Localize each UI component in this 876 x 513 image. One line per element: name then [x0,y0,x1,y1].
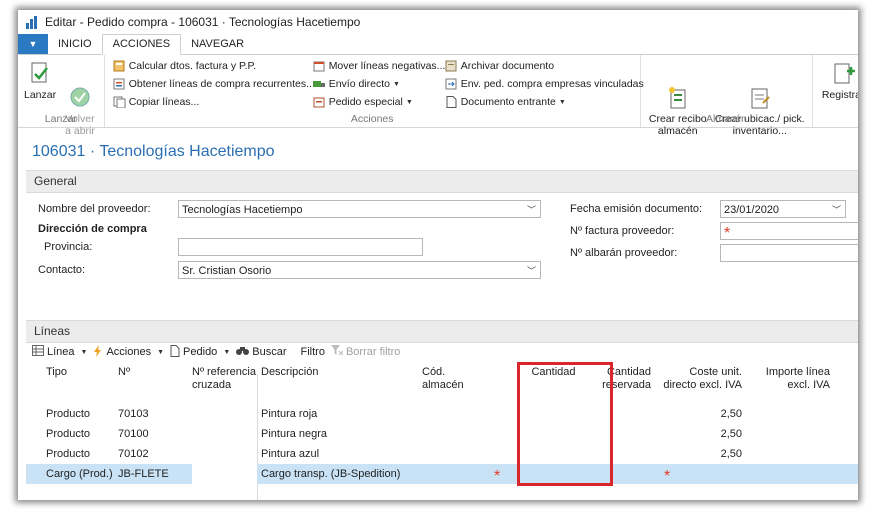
nombre-proveedor-label: Nombre del proveedor: [38,203,151,215]
envio-directo-button[interactable]: Envío directo ▼ [312,76,400,92]
col-tipo[interactable]: Tipo [46,366,67,379]
chevron-down-icon: ▼ [558,98,566,106]
warehouse-receipt-icon [664,73,692,109]
app-menu-button[interactable]: ▼ [18,34,48,54]
contacto-label: Contacto: [38,264,86,276]
group-lanzar: Lanzar Volver a abrir Lanzar [18,55,105,137]
registrar-button[interactable]: Registrar [819,61,858,101]
chevron-down-icon[interactable]: ﹀ [832,201,841,217]
fecha-emision-field[interactable]: 23/01/2020 ﹀ [720,200,846,218]
group-registrar: Registrar [813,55,858,127]
pedido-especial-button[interactable]: Pedido especial ▼ [313,94,413,110]
group-acciones: Calcular dtos. factura y P.P. Obtener lí… [105,55,644,127]
crear-ubicac-button[interactable]: Crear ubicac./ pick. inventario... [711,61,809,137]
special-order-icon [313,96,326,108]
required-indicator: * [724,225,731,240]
documento-entrante-button[interactable]: Documento entrante ▼ [445,94,566,110]
document-icon [445,96,458,108]
col-ref-cruzada[interactable]: Nº referencia cruzada [192,366,256,392]
table-icon [32,345,44,359]
fecha-emision-label: Fecha emisión documento: [570,203,703,215]
calculator-icon [113,60,126,72]
group-label-almacen: Almacén [706,113,747,125]
table-row[interactable]: Producto 70103 Pintura roja 2,50 [26,404,858,424]
window: Editar - Pedido compra - 106031 · Tecnol… [18,10,858,500]
ref-cruzada-cell[interactable] [192,464,257,484]
post-icon [829,61,857,87]
required-indicator: * [494,468,501,485]
general-section-header[interactable]: General [26,170,858,193]
chevron-down-icon: ▼ [80,348,88,356]
required-indicator: * [664,468,671,485]
buscar-button[interactable]: Buscar [236,345,287,359]
window-title: Editar - Pedido compra - 106031 · Tecnol… [45,15,361,29]
lanzar-button[interactable]: Lanzar [24,61,56,101]
direccion-compra-label: Dirección de compra [38,223,147,235]
tab-navegar[interactable]: NAVEGAR [181,35,254,54]
mover-lineas-button[interactable]: Mover líneas negativas... [313,58,445,74]
filtro-button[interactable]: Filtro [301,346,325,358]
lineas-section-header[interactable]: Líneas [26,320,858,343]
document-icon [170,344,180,360]
obtener-lineas-button[interactable]: Obtener líneas de compra recurrentes... [113,76,315,92]
lines-toolbar: Línea ▼ Acciones ▼ Pedido ▼ Buscar Filtro B… [32,343,400,361]
factura-proveedor-field[interactable]: * [720,222,858,240]
contacto-field[interactable]: Sr. Cristian Osorio ﹀ [178,261,541,279]
albaran-proveedor-label: Nº albarán proveedor: [570,247,678,259]
nombre-proveedor-field[interactable]: Tecnologías Hacetiempo ﹀ [178,200,541,218]
intercompany-icon [445,78,458,90]
pedido-menu[interactable]: Pedido ▼ [170,344,231,360]
volver-abrir-button[interactable]: Volver a abrir [60,61,100,137]
app-icon [26,15,40,29]
table-row[interactable]: Producto 70100 Pintura negra 2,50 [26,424,858,444]
chevron-down-icon: ▼ [392,80,400,88]
title-bar: Editar - Pedido compra - 106031 · Tecnol… [18,10,858,34]
factura-proveedor-label: Nº factura proveedor: [570,225,675,237]
col-importe-linea[interactable]: Importe línea excl. IVA [748,366,830,392]
lines-grid: Tipo Nº Nº referencia cruzada Descripció… [26,362,858,500]
provincia-label: Provincia: [44,241,93,253]
group-label-lanzar: Lanzar [44,113,77,125]
cantidad-highlight [517,362,613,486]
recurring-lines-icon [113,78,126,90]
ribbon: Lanzar Volver a abrir Lanzar Calcular dt… [18,55,858,137]
copy-lines-icon [113,96,126,109]
env-ped-compra-button[interactable]: Env. ped. compra empresas vinculadas [445,76,644,92]
chevron-down-icon[interactable]: ﹀ [527,201,536,217]
crear-recibo-button[interactable]: Crear recibo almacén [647,61,709,137]
archivar-documento-button[interactable]: Archivar documento [445,58,554,74]
group-almacen: Crear recibo almacén Crear ubicac./ pick… [641,55,814,137]
table-row[interactable]: Producto 70102 Pintura azul 2,50 [26,444,858,464]
acciones-menu[interactable]: Acciones ▼ [93,344,165,360]
binoculars-icon [236,345,250,359]
truck-icon [312,78,326,90]
archive-icon [445,60,458,72]
table-row-selected[interactable]: Cargo (Prod.) JB-FLETE Cargo transp. (JB… [26,464,858,485]
col-no[interactable]: Nº [118,366,130,379]
ribbon-tabs: ▼ INICIO ACCIONES NAVEGAR [18,34,858,55]
provincia-field[interactable] [178,238,423,256]
copiar-lineas-button[interactable]: Copiar líneas... [113,94,199,110]
reopen-icon [66,73,94,107]
albaran-proveedor-field[interactable] [720,244,858,262]
lightning-icon [93,344,103,360]
col-coste-unit[interactable]: Coste unit. directo excl. IVA [656,366,742,392]
chevron-down-icon: ▼ [157,348,165,356]
move-negative-icon [313,60,326,72]
group-label-acciones: Acciones [350,113,394,125]
col-cod-almacen[interactable]: Cód. almacén [422,366,464,392]
tab-acciones[interactable]: ACCIONES [101,34,182,55]
col-descripcion[interactable]: Descripción [261,366,318,379]
tab-inicio[interactable]: INICIO [48,35,102,54]
clear-filter-icon [330,345,344,359]
linea-menu[interactable]: Línea ▼ [32,345,87,359]
calcular-dtos-button[interactable]: Calcular dtos. factura y P.P. [113,58,256,74]
page-title: 106031 · Tecnologías Hacetiempo [32,143,275,160]
chevron-down-icon: ▼ [405,98,413,106]
put-away-icon [746,73,774,109]
borrar-filtro-button[interactable]: Borrar filtro [330,345,400,359]
chevron-down-icon: ▼ [223,348,231,356]
release-icon [26,61,54,87]
chevron-down-icon[interactable]: ﹀ [527,262,536,278]
